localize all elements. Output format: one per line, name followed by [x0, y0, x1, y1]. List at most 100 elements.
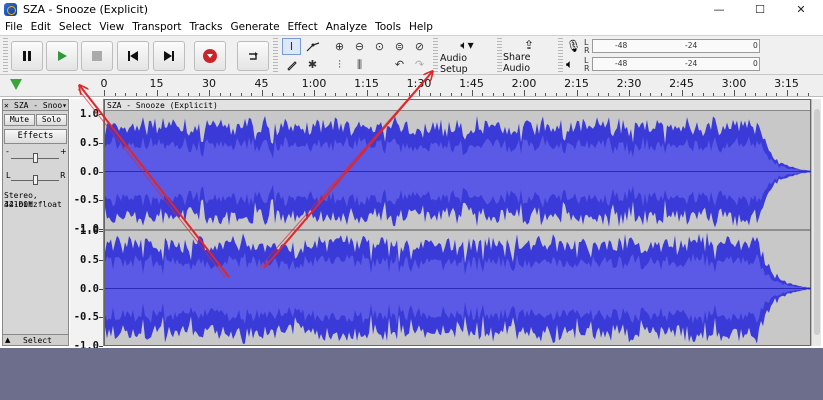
timeline-minor-tick [345, 93, 347, 96]
timeline-minor-tick [692, 93, 693, 96]
play-button[interactable] [46, 41, 78, 71]
multi-tool[interactable]: ✱ [303, 56, 322, 73]
timeline-minor-tick [534, 93, 536, 96]
amplitude-label: 0.5 [80, 253, 99, 266]
audacity-app-icon [4, 3, 17, 16]
skip-start-icon [128, 51, 138, 61]
menu-analyze[interactable]: Analyze [323, 19, 372, 35]
playback-meter[interactable]: -48 -24 0 [592, 57, 760, 71]
timeline-minor-tick [219, 93, 221, 96]
speaker-icon: 🔈︎▾ [460, 37, 474, 52]
fit-project-button[interactable]: ⊜ [390, 38, 409, 55]
menu-edit[interactable]: Edit [28, 19, 56, 35]
clip-title[interactable]: SZA - Snooze (Explicit) [105, 100, 810, 111]
select-row[interactable]: ▲ Select [3, 334, 68, 345]
zoom-in-button[interactable]: ⊕ [330, 38, 349, 55]
track-close-icon[interactable]: ✕ [4, 100, 9, 111]
play-head-icon[interactable] [10, 79, 22, 90]
timeline-minor-tick [198, 93, 200, 96]
record-meter[interactable]: -48 -24 0 [592, 39, 760, 53]
silence-button[interactable]: ⫼ [350, 56, 369, 73]
gain-slider[interactable] [33, 153, 38, 163]
menu-tools[interactable]: Tools [372, 19, 406, 35]
fit-selection-button[interactable]: ⊙ [370, 38, 389, 55]
track-name-row[interactable]: ✕ SZA - Snoo▾ [3, 100, 68, 111]
redo-icon: ↷ [414, 58, 425, 71]
amplitude-tick [99, 171, 103, 173]
close-button[interactable]: ✕ [781, 0, 821, 19]
toolbar-grip[interactable] [273, 38, 278, 74]
empty-track-area[interactable] [0, 348, 823, 400]
loop-icon [249, 52, 258, 60]
menu-generate[interactable]: Generate [227, 19, 284, 35]
vertical-scrollbar[interactable] [811, 99, 821, 346]
solo-button[interactable]: Solo [36, 114, 67, 126]
envelope-tool[interactable] [303, 38, 322, 55]
timeline-minor-tick [608, 93, 609, 96]
skip-to-start-button[interactable] [117, 41, 149, 71]
timeline-tick [734, 90, 735, 96]
timeline-minor-tick [650, 93, 651, 96]
speaker-meter-icon: 🔈︎ [566, 57, 574, 71]
timeline-minor-tick [167, 93, 168, 96]
share-audio-button[interactable]: ⇪ Share Audio [503, 38, 555, 74]
amplitude-tick [99, 231, 103, 232]
trim-button[interactable]: ⫶ [330, 56, 349, 73]
timeline-minor-tick [293, 93, 294, 96]
toolbar-grip[interactable] [497, 38, 502, 74]
zoom-out-button[interactable]: ⊖ [350, 38, 369, 55]
meter-tick: -24 [685, 41, 698, 50]
mute-button[interactable]: Mute [4, 114, 35, 126]
menu-transport[interactable]: Transport [129, 19, 186, 35]
pause-button[interactable] [11, 41, 43, 71]
menu-help[interactable]: Help [406, 19, 438, 35]
menu-view[interactable]: View [96, 19, 129, 35]
toolbar-grip[interactable] [558, 38, 563, 74]
pencil-icon [286, 60, 297, 71]
draw-tool[interactable] [282, 56, 301, 73]
silence-icon: ⫼ [356, 57, 363, 71]
audio-setup-button[interactable]: 🔈︎▾ Audio Setup [440, 37, 494, 75]
timeline-tick [419, 90, 420, 96]
vertical-amplitude-ruler[interactable]: 1.0 0.5 0.0 -0.5 -1.0 1.0 0.5 0.0 -0.5 -1.0 [70, 99, 104, 352]
timeline-ruler[interactable]: 0 15 30 45 1:00 1:15 1:30 1:45 2:00 2:15 2:30 2:45 3… [0, 75, 823, 97]
timeline-minor-tick [545, 93, 546, 96]
timeline-tick [209, 90, 210, 96]
timeline-tick [156, 90, 158, 96]
title-bar: SZA - Snooze (Explicit) — ☐ ✕ [0, 0, 823, 19]
effects-button[interactable]: Effects [4, 129, 67, 144]
redo-button[interactable]: ↷ [410, 56, 429, 73]
loop-button[interactable] [237, 41, 269, 71]
amplitude-tick [99, 114, 103, 115]
timeline-tick [314, 90, 315, 96]
toolbar-grip[interactable] [433, 38, 438, 74]
menu-file[interactable]: File [2, 19, 28, 35]
record-button[interactable] [194, 41, 226, 71]
pan-slider[interactable] [33, 175, 38, 185]
undo-button[interactable]: ↶ [390, 56, 409, 73]
timeline-minor-tick [387, 93, 389, 96]
collapse-icon[interactable]: ▲ [5, 336, 10, 344]
window-title: SZA - Snooze (Explicit) [23, 3, 149, 16]
zoom-toggle-button[interactable]: ⊘ [410, 38, 429, 55]
maximize-button[interactable]: ☐ [740, 0, 780, 19]
menu-effect[interactable]: Effect [285, 19, 323, 35]
amplitude-label: 1.0 [80, 225, 99, 237]
select-button[interactable]: Select [23, 335, 52, 346]
timeline-minor-tick [146, 93, 147, 96]
zoom-in-icon: ⊕ [334, 40, 345, 53]
timeline-minor-tick [671, 93, 672, 96]
waveform[interactable] [105, 112, 812, 347]
stop-button[interactable] [81, 41, 113, 71]
toolbar-grip[interactable] [3, 38, 8, 74]
zoom-sel-icon: ⊙ [374, 40, 385, 53]
menu-tracks[interactable]: Tracks [187, 19, 228, 35]
timeline-label: 2:45 [669, 77, 694, 90]
timeline-label: 1:45 [459, 77, 484, 90]
minimize-button[interactable]: — [699, 0, 739, 19]
track-name-menu[interactable]: SZA - Snoo▾ [14, 100, 67, 111]
menu-select[interactable]: Select [56, 19, 96, 35]
audio-clip[interactable]: SZA - Snooze (Explicit) [104, 99, 812, 347]
skip-to-end-button[interactable] [153, 41, 185, 71]
selection-tool[interactable]: I [282, 38, 301, 55]
